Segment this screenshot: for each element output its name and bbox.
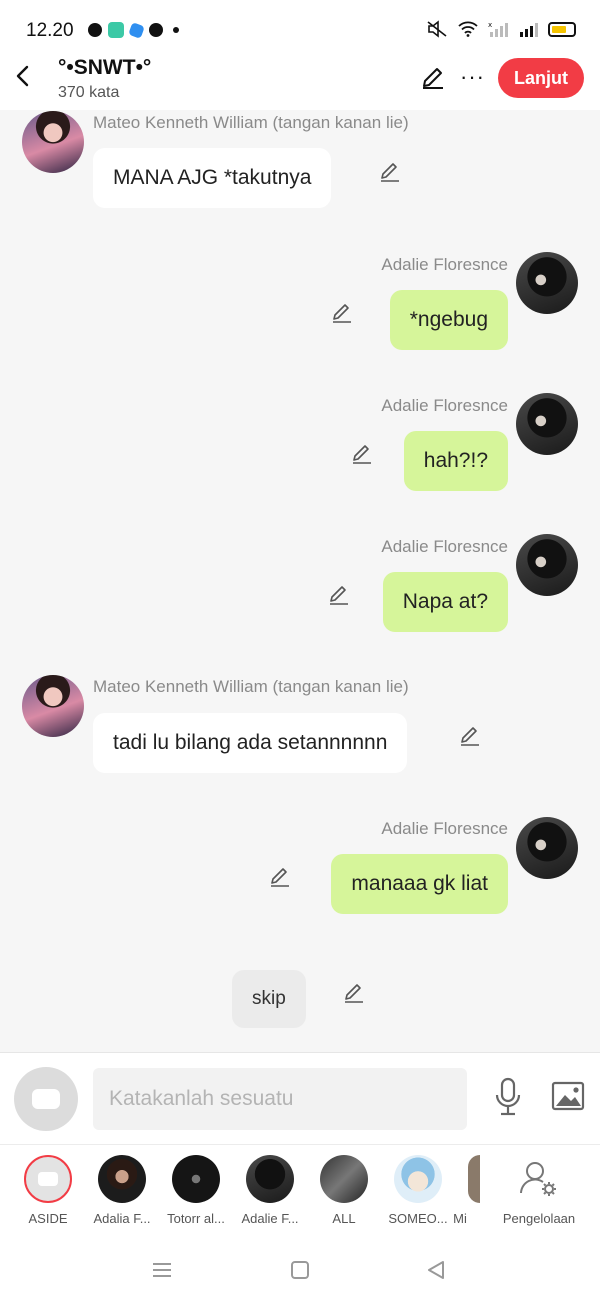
back-icon[interactable] <box>426 1260 446 1280</box>
user-settings-icon <box>520 1162 556 1196</box>
character-label: Pengelolaan <box>502 1211 576 1226</box>
app-notification-icon <box>108 22 124 38</box>
story-header: °•SNWT•° 370 kata ··· Lanjut <box>0 56 600 110</box>
character-label: ASIDE <box>28 1211 68 1226</box>
avatar[interactable] <box>22 675 84 737</box>
character-label: Mi <box>453 1211 467 1226</box>
signal-icon: x <box>488 21 508 37</box>
sender-name: Adalie Floresnce <box>381 255 508 274</box>
character-item[interactable]: Mi <box>440 1155 480 1226</box>
character-label: ALL <box>332 1211 356 1226</box>
edit-message-icon[interactable] <box>327 583 351 607</box>
edit-message-icon[interactable] <box>378 160 402 184</box>
character-item[interactable]: Adalia F... <box>87 1155 157 1226</box>
character-item[interactable]: Adalie F... <box>235 1155 305 1226</box>
character-selector: ASIDE Adalia F... Totorr al... Adalie F.… <box>0 1144 600 1244</box>
message-bubble[interactable]: Napa at? <box>382 572 508 632</box>
chat-area[interactable]: Mateo Kenneth William (tangan kanan lie)… <box>0 110 600 1052</box>
message-bubble[interactable]: hah?!? <box>403 431 508 491</box>
character-avatar <box>320 1155 368 1203</box>
character-avatar <box>468 1155 480 1203</box>
sender-name: Mateo Kenneth William (tangan kanan lie) <box>93 677 409 696</box>
message-input[interactable] <box>93 1068 467 1130</box>
more-options-icon[interactable]: ··· <box>460 64 485 90</box>
character-item[interactable]: Totorr al... <box>161 1155 231 1226</box>
status-time: 12.20 <box>26 20 74 41</box>
avatar[interactable] <box>516 534 578 596</box>
sender-name: Adalie Floresnce <box>381 819 508 838</box>
chat-bubble-icon <box>32 1089 60 1109</box>
pinterest-icon <box>149 23 163 37</box>
character-avatar <box>394 1155 442 1203</box>
back-arrow-icon[interactable] <box>14 64 34 88</box>
character-avatar <box>246 1155 294 1203</box>
image-upload-icon[interactable] <box>551 1081 585 1111</box>
notification-icons <box>88 21 179 39</box>
edit-message-icon[interactable] <box>268 865 292 889</box>
character-label: Adalie F... <box>241 1211 299 1226</box>
sender-name: Adalie Floresnce <box>381 396 508 415</box>
aside-bubble[interactable]: skip <box>232 970 306 1028</box>
chat-bubble-icon <box>38 1172 58 1186</box>
next-button[interactable]: Lanjut <box>498 58 584 98</box>
mute-icon <box>427 20 447 38</box>
word-count: 370 kata <box>58 84 120 101</box>
character-avatar <box>172 1155 220 1203</box>
battery-icon <box>548 21 576 37</box>
sender-name: Mateo Kenneth William (tangan kanan lie) <box>93 113 409 132</box>
edit-message-icon[interactable] <box>342 981 366 1005</box>
microphone-icon[interactable] <box>494 1077 522 1117</box>
message-bubble[interactable]: manaaa gk liat <box>331 854 508 914</box>
aside-toggle-button[interactable] <box>14 1067 78 1131</box>
signal-icon <box>520 23 538 37</box>
manage-characters-button[interactable]: Pengelolaan <box>497 1155 581 1226</box>
battery-fill <box>552 25 566 33</box>
character-avatar <box>98 1155 146 1203</box>
aside-avatar <box>24 1155 72 1203</box>
message-bubble[interactable]: *ngebug <box>389 290 508 350</box>
composer-bar <box>0 1052 600 1144</box>
character-aside[interactable]: ASIDE <box>13 1155 83 1226</box>
edit-message-icon[interactable] <box>458 724 482 748</box>
edit-message-icon[interactable] <box>350 442 374 466</box>
app-notification-icon <box>128 21 145 39</box>
system-navigation-bar <box>0 1244 600 1300</box>
character-item[interactable]: ALL <box>309 1155 379 1226</box>
message-bubble[interactable]: MANA AJG *takutnya <box>93 148 332 208</box>
avatar[interactable] <box>22 111 84 173</box>
app-notification-icon <box>88 23 102 37</box>
more-notifications-icon <box>173 27 179 33</box>
system-icons: x <box>426 20 576 38</box>
sender-name: Adalie Floresnce <box>381 537 508 556</box>
edit-pencil-icon[interactable] <box>420 64 446 90</box>
menu-icon[interactable] <box>151 1260 173 1280</box>
avatar[interactable] <box>516 252 578 314</box>
character-label: Totorr al... <box>167 1211 225 1226</box>
svg-text:x: x <box>488 21 492 29</box>
wifi-icon <box>458 21 478 37</box>
edit-message-icon[interactable] <box>330 301 354 325</box>
status-bar: 12.20 x <box>0 0 600 56</box>
home-icon[interactable] <box>290 1260 310 1280</box>
message-bubble[interactable]: tadi lu bilang ada setannnnnn <box>93 713 408 773</box>
story-title: °•SNWT•° <box>58 56 152 79</box>
character-label: Adalia F... <box>93 1211 151 1226</box>
avatar[interactable] <box>516 817 578 879</box>
avatar[interactable] <box>516 393 578 455</box>
